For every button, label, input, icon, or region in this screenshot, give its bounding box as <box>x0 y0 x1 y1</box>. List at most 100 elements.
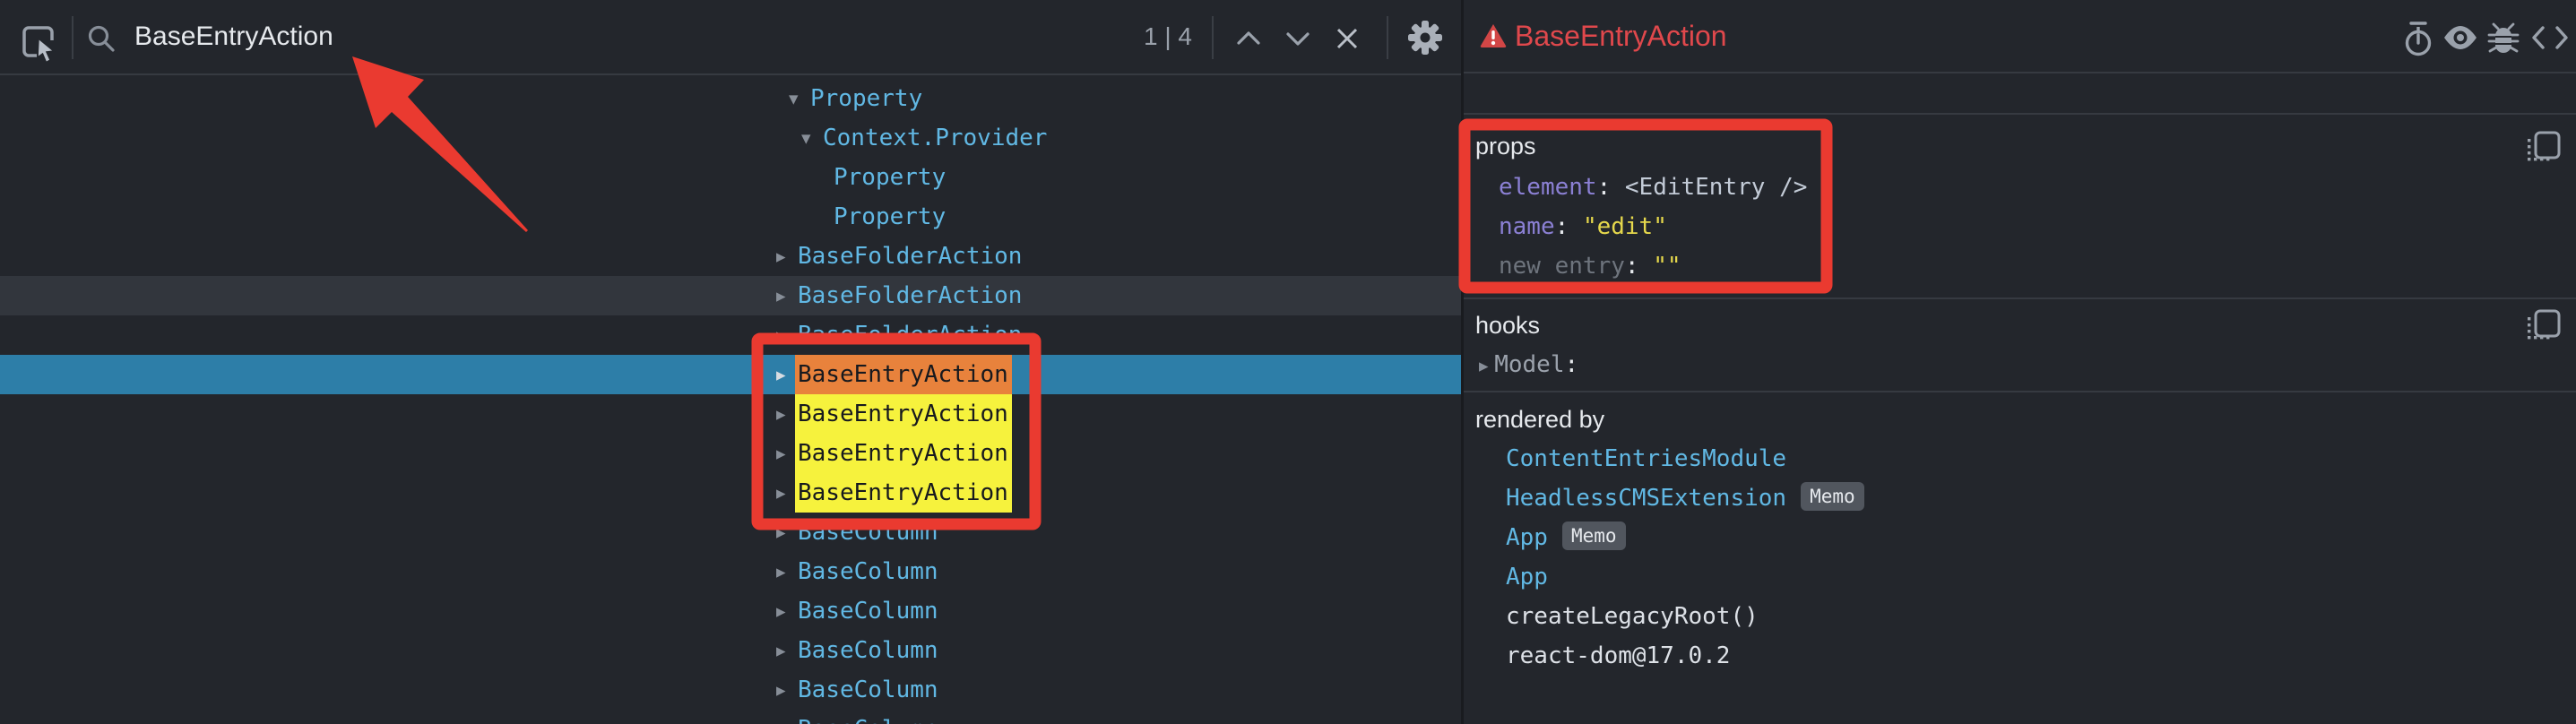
component-name: Context.Provider <box>823 118 1047 158</box>
toolbar-divider <box>72 16 73 59</box>
tree-row-basecolumn[interactable]: ▸ BaseColumn <box>0 591 1461 631</box>
prop-colon: : <box>1555 213 1583 240</box>
expand-caret-icon[interactable]: ▸ <box>776 237 786 276</box>
component-name: BaseEntryAction <box>795 355 1012 394</box>
hook-row-model[interactable]: ▸ Model: <box>1479 345 1578 384</box>
expand-caret-icon[interactable]: ▸ <box>776 276 786 315</box>
section-rule <box>1464 391 2576 392</box>
inspect-dom-element-icon[interactable] <box>2441 23 2480 52</box>
rendered-by-item[interactable]: HeadlessCMSExtension Memo <box>1506 478 1864 518</box>
component-name: BaseEntryAction <box>795 434 1012 473</box>
expand-caret-icon[interactable]: ▸ <box>776 710 786 724</box>
rendered-by-item[interactable]: ContentEntriesModule <box>1506 439 1786 478</box>
prop-value[interactable]: <EditEntry /> <box>1625 174 1808 201</box>
tree-row-basecolumn[interactable]: ▸ BaseColumn <box>0 670 1461 710</box>
tree-row-basecolumn[interactable]: ▸ BaseColumn <box>0 513 1461 552</box>
next-match-icon[interactable] <box>1283 25 1313 52</box>
expand-caret-icon[interactable]: ▸ <box>776 591 786 631</box>
component-name: BaseColumn <box>798 631 938 670</box>
expand-caret-icon[interactable]: ▸ <box>776 552 786 591</box>
tree-row-context.provider[interactable]: ▾ Context.Provider <box>0 118 1461 158</box>
component-name: Property <box>834 197 946 237</box>
collapse-caret-icon[interactable]: ▾ <box>801 118 811 158</box>
component-name: BaseColumn <box>798 591 938 631</box>
expand-caret-icon[interactable]: ▸ <box>776 631 786 670</box>
tree-row-property[interactable]: Property <box>0 158 1461 197</box>
expand-caret-icon[interactable]: ▸ <box>776 434 786 473</box>
view-source-icon[interactable] <box>2530 24 2570 51</box>
tree-row-baseentryaction[interactable]: ▸BaseEntryAction <box>0 394 1461 434</box>
inspected-element-panel: BaseEntryAction <box>1464 0 2576 724</box>
prop-key: element <box>1499 174 1597 201</box>
owner-link[interactable]: App <box>1506 564 1548 590</box>
owner-link[interactable]: HeadlessCMSExtension <box>1506 485 1786 512</box>
rendered-by-item[interactable]: App Memo <box>1506 518 1626 557</box>
component-name: BaseColumn <box>798 513 938 552</box>
component-name: BaseEntryAction <box>795 394 1012 434</box>
expand-caret-icon[interactable]: ▸ <box>776 355 786 394</box>
inspected-component-title: BaseEntryAction <box>1515 0 1727 72</box>
expand-caret-icon[interactable]: ▸ <box>1479 355 1494 376</box>
tree-row-baseentryaction[interactable]: ▸BaseEntryAction <box>0 355 1461 394</box>
tree-row-baseentryaction[interactable]: ▸BaseEntryAction <box>0 473 1461 513</box>
tree-row-basecolumn[interactable]: ▸ BaseColumn <box>0 631 1461 670</box>
log-component-data-icon[interactable] <box>2487 22 2520 56</box>
copy-props-icon[interactable] <box>2526 130 2562 166</box>
prop-row-new-entry[interactable]: new entry: "" <box>1499 246 1681 286</box>
component-tree: ▾Property▾Context.ProviderPropertyProper… <box>0 75 1461 724</box>
tree-row-basefolderaction[interactable]: ▸BaseFolderAction <box>0 315 1461 355</box>
props-section-title: props <box>1475 126 1536 166</box>
search-result-count: 1 | 4 <box>1031 0 1192 73</box>
previous-match-icon[interactable] <box>1233 25 1264 52</box>
component-name: BaseColumn <box>798 710 938 724</box>
prop-value[interactable]: "edit" <box>1583 213 1667 240</box>
prop-key: new entry <box>1499 253 1625 280</box>
component-name: BaseEntryAction <box>795 473 1012 513</box>
memo-badge: Memo <box>1801 482 1864 511</box>
hook-key: Model <box>1494 351 1564 378</box>
rendered-by-title: rendered by <box>1475 400 1604 439</box>
settings-gear-icon[interactable] <box>1407 20 1443 56</box>
toolbar-divider <box>1387 16 1388 59</box>
inspected-element-header: BaseEntryAction <box>1464 0 2576 73</box>
tree-row-basecolumn[interactable]: ▸ BaseColumn <box>0 552 1461 591</box>
prop-colon: : <box>1597 174 1625 201</box>
tree-row-property[interactable]: Property <box>0 197 1461 237</box>
tree-row-basecolumn[interactable]: ▸ BaseColumn <box>0 710 1461 724</box>
prop-key: name <box>1499 213 1555 240</box>
hooks-section-title: hooks <box>1475 306 1540 345</box>
tree-row-baseentryaction[interactable]: ▸BaseEntryAction <box>0 434 1461 473</box>
memo-badge: Memo <box>1562 521 1626 550</box>
expand-caret-icon[interactable]: ▸ <box>776 513 786 552</box>
component-name: Property <box>834 158 946 197</box>
prop-row-element[interactable]: element: <EditEntry /> <box>1499 168 1807 207</box>
tree-row-property[interactable]: ▾Property <box>0 79 1461 118</box>
component-name: BaseColumn <box>798 552 938 591</box>
header-rule <box>1464 113 2576 115</box>
copy-hooks-icon[interactable] <box>2526 308 2562 344</box>
components-tree-panel: 1 | 4 <box>0 0 1461 724</box>
component-name: BaseFolderAction <box>798 276 1022 315</box>
tree-toolbar: 1 | 4 <box>0 0 1461 75</box>
component-name: BaseColumn <box>798 670 938 710</box>
rendered-by-item[interactable]: App <box>1506 557 1548 597</box>
owner-link[interactable]: App <box>1506 524 1548 551</box>
inspect-element-icon[interactable] <box>22 23 61 63</box>
clear-search-icon[interactable] <box>1334 25 1361 52</box>
search-icon <box>86 23 118 56</box>
owner-link[interactable]: ContentEntriesModule <box>1506 445 1786 472</box>
suspense-toggle-icon[interactable] <box>2400 20 2436 57</box>
collapse-caret-icon[interactable]: ▾ <box>789 79 799 118</box>
expand-caret-icon[interactable]: ▸ <box>776 473 786 513</box>
search-input[interactable] <box>134 0 977 73</box>
owner-root-label: createLegacyRoot() <box>1506 603 1759 630</box>
expand-caret-icon[interactable]: ▸ <box>776 315 786 355</box>
expand-caret-icon[interactable]: ▸ <box>776 394 786 434</box>
hook-colon: : <box>1565 351 1579 378</box>
expand-caret-icon[interactable]: ▸ <box>776 670 786 710</box>
prop-value[interactable]: "" <box>1653 253 1681 280</box>
tree-row-basefolderaction[interactable]: ▸BaseFolderAction <box>0 237 1461 276</box>
section-rule <box>1464 297 2576 299</box>
tree-row-basefolderaction[interactable]: ▸ BaseFolderAction <box>0 276 1461 315</box>
prop-row-name[interactable]: name: "edit" <box>1499 207 1667 246</box>
